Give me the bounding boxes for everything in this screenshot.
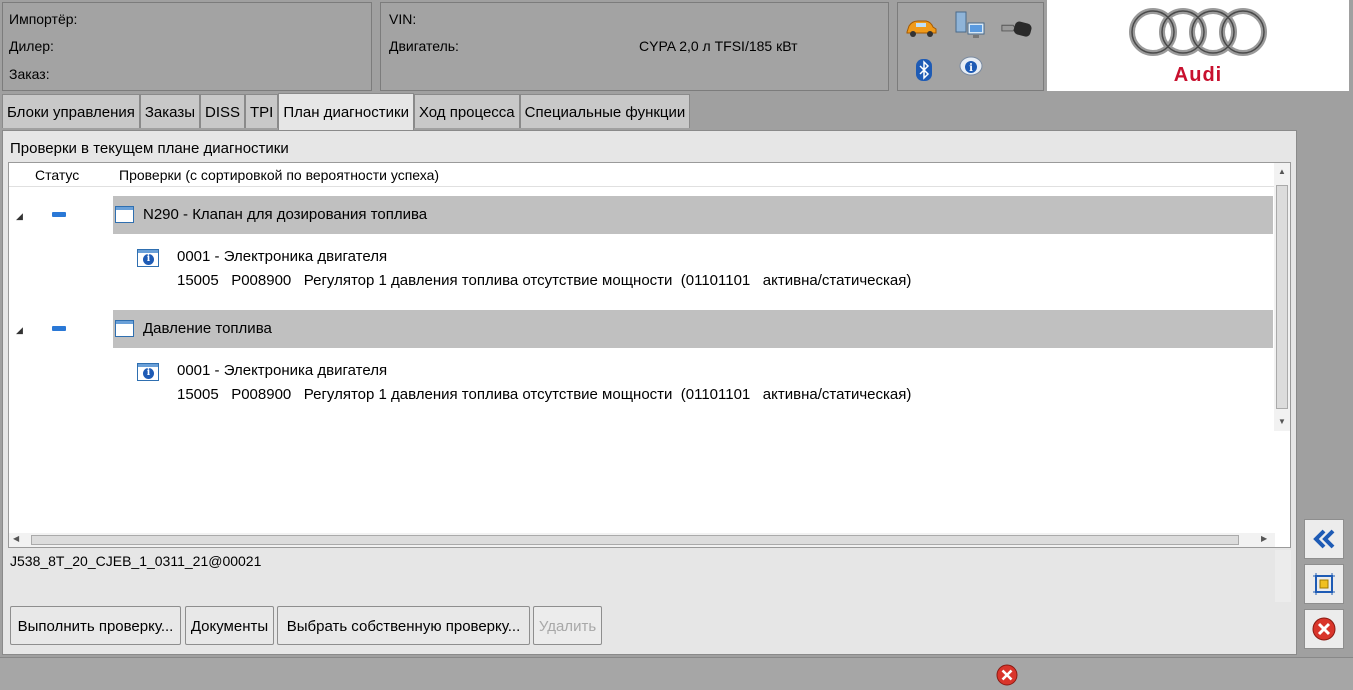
window-icon	[115, 320, 134, 337]
importer-label: Импортёр:	[9, 11, 78, 27]
delete-button: Удалить	[533, 606, 602, 645]
tab-control-units[interactable]: Блоки управления	[2, 94, 140, 128]
scroll-up-arrow-icon[interactable]: ▲	[1278, 167, 1286, 176]
section-title: Проверки в текущем плане диагностики	[10, 140, 289, 157]
vin-label: VIN:	[389, 11, 417, 27]
info-bubble-icon[interactable]: i	[954, 55, 988, 81]
status-icons-panel: i	[897, 2, 1044, 91]
fault-code-text: 15005 P008900 Регулятор 1 давления топли…	[177, 272, 912, 289]
tab-process-progress[interactable]: Ход процесса	[413, 94, 520, 128]
tab-tpi[interactable]: TPI	[245, 94, 279, 128]
control-module-text: 0001 - Электроника двигателя	[177, 362, 388, 379]
documents-button[interactable]: Документы	[185, 606, 274, 645]
column-header-checks[interactable]: Проверки (с сортировкой по вероятности у…	[119, 163, 439, 185]
dealer-label: Дилер:	[9, 38, 54, 54]
check-group-row[interactable]: N290 - Клапан для дозирования топлива	[113, 196, 1273, 234]
status-bar	[0, 657, 1353, 690]
frame-icon	[1313, 573, 1335, 595]
control-unit-info-text: J538_8T_20_CJEB_1_0311_21@00021	[10, 553, 262, 569]
bluetooth-icon[interactable]	[907, 57, 941, 83]
tab-diagnostic-plan[interactable]: План диагностики	[278, 93, 414, 130]
choose-own-check-button[interactable]: Выбрать собственную проверку...	[277, 606, 530, 645]
header-info-panel: Импортёр: Дилер: Заказ:	[2, 2, 372, 91]
network-computer-icon[interactable]	[952, 11, 986, 39]
close-icon	[1312, 617, 1336, 641]
tab-special-functions[interactable]: Специальные функции	[519, 94, 691, 128]
engine-value: CYPA 2,0 л TFSI/185 кВт	[639, 38, 798, 54]
close-button[interactable]	[1304, 609, 1344, 649]
status-indicator	[52, 212, 66, 217]
collapse-arrow-icon[interactable]: ◢	[16, 325, 23, 336]
tab-orders[interactable]: Заказы	[139, 94, 200, 128]
key-icon[interactable]	[1000, 17, 1034, 43]
fault-code-text: 15005 P008900 Регулятор 1 давления топли…	[177, 386, 912, 403]
vehicle-info-panel: VIN: Двигатель: CYPA 2,0 л TFSI/185 кВт	[380, 2, 889, 91]
info-icon: i	[137, 249, 159, 267]
scroll-thumb[interactable]	[1276, 185, 1288, 409]
control-module-text: 0001 - Электроника двигателя	[177, 248, 388, 265]
vertical-scrollbar[interactable]: ▲ ▼	[1274, 163, 1290, 431]
column-header-status[interactable]: Статус	[35, 163, 79, 185]
horizontal-scrollbar[interactable]: ◀ ▶	[9, 533, 1275, 547]
error-status-icon[interactable]	[995, 663, 1019, 690]
run-check-button[interactable]: Выполнить проверку...	[10, 606, 181, 645]
scroll-right-arrow-icon[interactable]: ▶	[1261, 534, 1267, 543]
engine-label: Двигатель:	[389, 38, 459, 54]
info-icon: i	[137, 363, 159, 381]
brand-logo: Audi	[1047, 0, 1349, 91]
collapse-arrow-icon[interactable]: ◢	[16, 211, 23, 222]
order-label: Заказ:	[9, 66, 50, 82]
tab-diss[interactable]: DISS	[200, 94, 246, 128]
status-indicator	[52, 326, 66, 331]
info-scrollbar[interactable]	[1275, 550, 1291, 602]
check-group-row[interactable]: Давление топлива	[113, 310, 1273, 348]
back-button[interactable]	[1304, 519, 1344, 559]
checks-list[interactable]: Статус Проверки (с сортировкой по вероят…	[8, 162, 1291, 548]
window-frame-button[interactable]	[1304, 564, 1344, 604]
scroll-down-arrow-icon[interactable]: ▼	[1278, 417, 1286, 426]
car-icon[interactable]	[904, 15, 938, 41]
window-icon	[115, 206, 134, 223]
svg-text:i: i	[969, 63, 973, 74]
tab-bar: Блоки управления Заказы DISS TPI План ди…	[2, 93, 691, 130]
scroll-left-arrow-icon[interactable]: ◀	[13, 534, 19, 543]
double-chevron-left-icon	[1313, 529, 1335, 549]
horizontal-scroll-thumb[interactable]	[31, 535, 1239, 545]
check-group-title: N290 - Клапан для дозирования топлива	[143, 206, 428, 223]
brand-name: Audi	[1173, 64, 1223, 86]
header-divider	[9, 186, 1275, 187]
audi-rings-logo	[1129, 8, 1267, 56]
check-group-title: Давление топлива	[143, 320, 272, 337]
